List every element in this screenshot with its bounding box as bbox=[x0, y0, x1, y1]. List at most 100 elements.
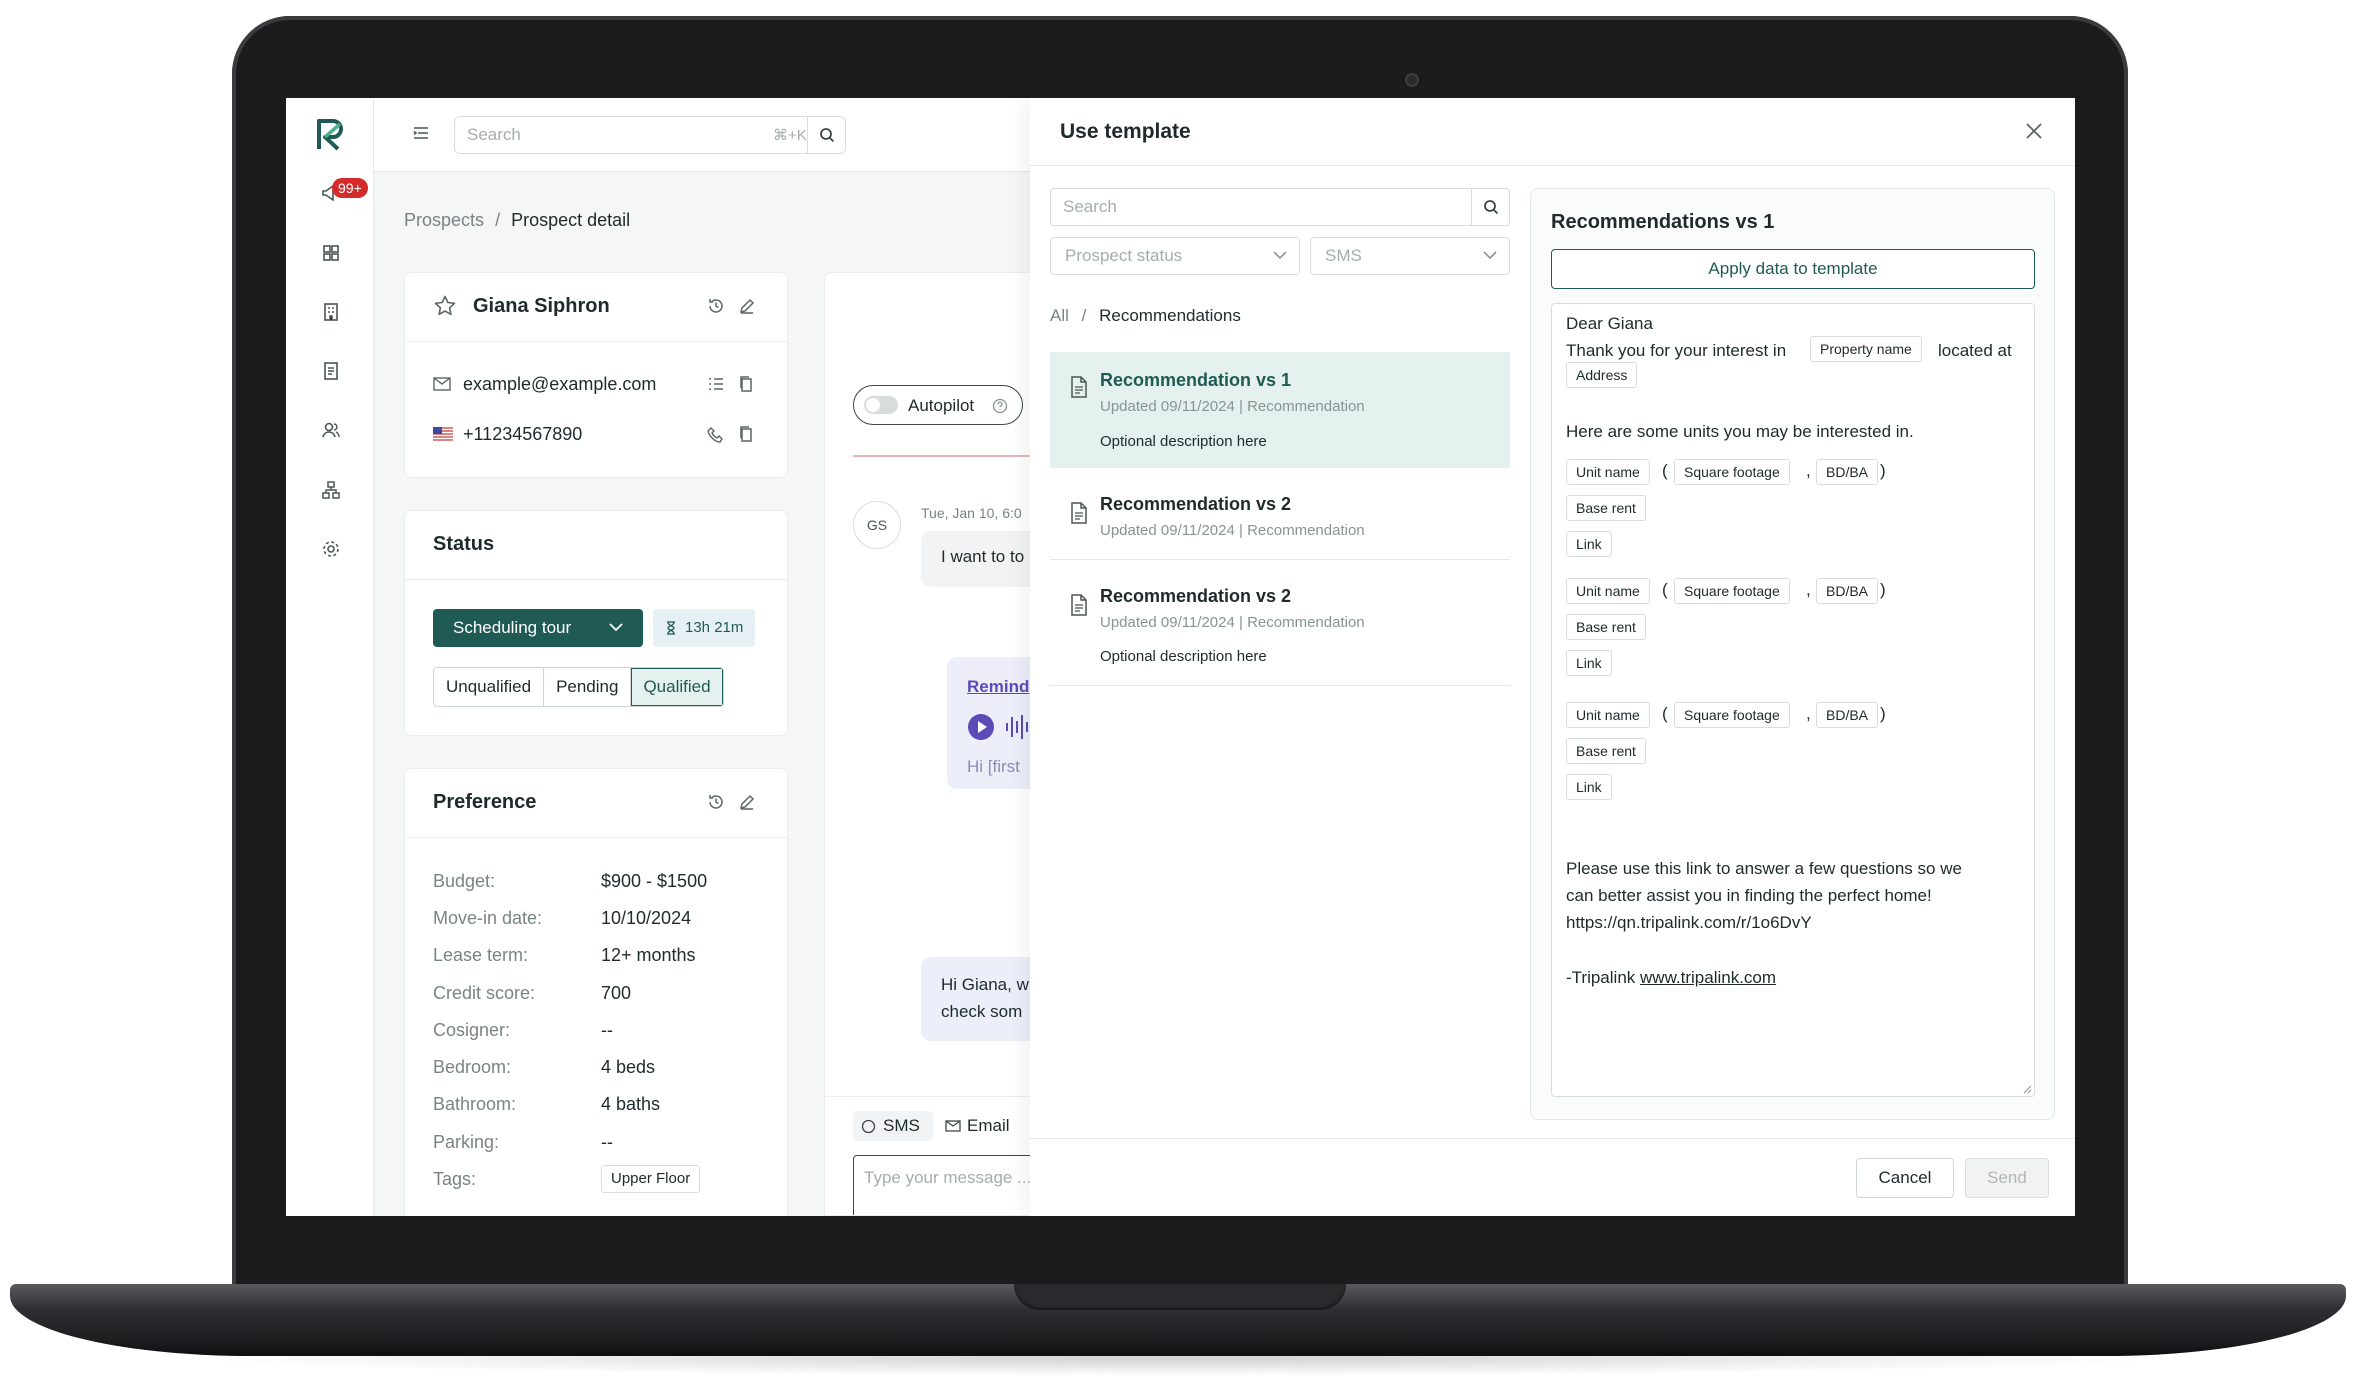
apply-data-button[interactable]: Apply data to template bbox=[1551, 249, 2035, 289]
placeholder-chip-link[interactable]: Link bbox=[1566, 774, 1612, 800]
pref-label: Cosigner: bbox=[433, 1020, 511, 1040]
editor-greeting: Dear Giana bbox=[1566, 314, 1653, 333]
pref-label: Bedroom: bbox=[433, 1057, 512, 1077]
send-button[interactable]: Send bbox=[1965, 1158, 2049, 1198]
template-title: Recommendation vs 1 bbox=[1100, 370, 1292, 390]
edit-pencil-icon[interactable] bbox=[738, 793, 756, 811]
copy-icon[interactable] bbox=[738, 375, 754, 393]
placeholder-chip-rent[interactable]: Base rent bbox=[1566, 495, 1646, 521]
placeholder-chip-sqft[interactable]: Square footage bbox=[1674, 578, 1790, 604]
breadcrumb-prospects[interactable]: Prospects bbox=[404, 210, 484, 230]
breadcrumb: Prospects / Prospect detail bbox=[404, 210, 630, 231]
pref-value: 700 bbox=[601, 983, 632, 1003]
global-search-input[interactable] bbox=[455, 117, 795, 153]
copy-icon[interactable] bbox=[738, 425, 754, 443]
building-icon[interactable] bbox=[320, 301, 342, 323]
qualification-segmented: Unqualified Pending Qualified bbox=[433, 667, 724, 707]
channel-sms-tab[interactable]: SMS bbox=[853, 1111, 933, 1141]
help-icon[interactable] bbox=[992, 398, 1008, 414]
message-text: check som bbox=[941, 1002, 1023, 1021]
menu-toggle-icon[interactable] bbox=[410, 122, 432, 144]
phone-icon[interactable] bbox=[707, 426, 725, 444]
preference-title: Preference bbox=[433, 791, 537, 813]
history-icon[interactable] bbox=[707, 793, 725, 811]
document-list-icon[interactable] bbox=[320, 360, 342, 382]
template-editor[interactable]: Dear Giana Thank you for your interest i… bbox=[1551, 303, 2035, 1097]
seg-unqualified[interactable]: Unqualified bbox=[434, 668, 545, 706]
use-template-drawer: Use template Prospect status SMS All / R… bbox=[1030, 98, 2075, 1216]
editor-closing-url: https://qn.tripalink.com/r/1o6DvY bbox=[1566, 913, 1812, 932]
autopilot-label: Autopilot bbox=[908, 396, 975, 415]
prospect-status-select[interactable]: Prospect status bbox=[1050, 237, 1300, 275]
history-icon[interactable] bbox=[707, 297, 725, 315]
placeholder-chip-sqft[interactable]: Square footage bbox=[1674, 702, 1790, 728]
paren: ( bbox=[1662, 461, 1668, 480]
signature-prefix: -Tripalink bbox=[1566, 968, 1636, 987]
left-rail: 99+ bbox=[286, 98, 374, 1216]
crumb-current: Recommendations bbox=[1099, 306, 1241, 325]
list-icon[interactable] bbox=[707, 376, 725, 392]
settings-gear-icon[interactable] bbox=[320, 538, 342, 560]
placeholder-chip-unit[interactable]: Unit name bbox=[1566, 702, 1650, 728]
signature-link[interactable]: www.tripalink.com bbox=[1640, 968, 1776, 987]
placeholder-chip-rent[interactable]: Base rent bbox=[1566, 614, 1646, 640]
template-search-input[interactable] bbox=[1051, 189, 1471, 225]
hourglass-icon bbox=[667, 621, 675, 635]
template-title: Recommendation vs 2 bbox=[1100, 494, 1292, 514]
pref-label: Budget: bbox=[433, 871, 496, 891]
message-text: I want to to bbox=[941, 547, 1025, 566]
pref-value: 10/10/2024 bbox=[601, 908, 692, 928]
template-title: Recommendation vs 2 bbox=[1100, 586, 1292, 606]
reminder-title[interactable]: Remind bbox=[967, 677, 1029, 697]
template-search-button[interactable] bbox=[1471, 188, 1509, 226]
seg-pending[interactable]: Pending bbox=[544, 668, 632, 706]
placeholder-chip-rent[interactable]: Base rent bbox=[1566, 738, 1646, 764]
cancel-button[interactable]: Cancel bbox=[1856, 1158, 1954, 1198]
placeholder-chip-unit[interactable]: Unit name bbox=[1566, 578, 1650, 604]
placeholder-chip-bdba[interactable]: BD/BA bbox=[1816, 702, 1879, 728]
template-description: Optional description here bbox=[1100, 433, 1267, 450]
channel-sms-label: SMS bbox=[883, 1116, 920, 1135]
comma: , bbox=[1806, 461, 1811, 480]
close-icon[interactable] bbox=[2023, 120, 2045, 142]
placeholder-chip-address[interactable]: Address bbox=[1566, 362, 1638, 388]
pref-label: Parking: bbox=[433, 1132, 500, 1152]
template-item-selected[interactable]: Recommendation vs 1 Updated 09/11/2024 |… bbox=[1050, 352, 1510, 468]
hierarchy-icon[interactable] bbox=[320, 479, 342, 501]
prospect-phone[interactable]: +11234567890 bbox=[463, 424, 582, 445]
placeholder-chip-link[interactable]: Link bbox=[1566, 650, 1612, 676]
drawer-title: Use template bbox=[1060, 120, 1191, 143]
template-item[interactable]: Recommendation vs 2 Updated 09/11/2024 |… bbox=[1050, 468, 1510, 560]
placeholder-chip-unit[interactable]: Unit name bbox=[1566, 459, 1650, 485]
edit-pencil-icon[interactable] bbox=[738, 297, 756, 315]
prospect-status-placeholder: Prospect status bbox=[1065, 246, 1183, 265]
editor-units-intro: Here are some units you may be intereste… bbox=[1566, 422, 1914, 441]
placeholder-chip-property[interactable]: Property name bbox=[1810, 336, 1922, 362]
placeholder-chip-bdba[interactable]: BD/BA bbox=[1816, 459, 1879, 485]
template-item[interactable]: Recommendation vs 2 Updated 09/11/2024 |… bbox=[1050, 560, 1510, 686]
channel-email-tab[interactable]: Email bbox=[939, 1111, 1029, 1141]
play-icon[interactable] bbox=[967, 713, 995, 741]
placeholder-chip-sqft[interactable]: Square footage bbox=[1674, 459, 1790, 485]
placeholder-chip-link[interactable]: Link bbox=[1566, 531, 1612, 557]
editor-closing: Please use this link to answer a few que… bbox=[1566, 859, 1962, 878]
autopilot-toggle[interactable]: Autopilot bbox=[853, 385, 1023, 425]
seg-qualified[interactable]: Qualified bbox=[631, 668, 723, 706]
editor-signature: -Tripalink www.tripalink.com bbox=[1566, 968, 1776, 988]
stage-label: Scheduling tour bbox=[453, 618, 572, 637]
prospect-name: Giana Siphron bbox=[473, 295, 610, 317]
channel-select[interactable]: SMS bbox=[1310, 237, 1510, 275]
resize-handle-icon[interactable] bbox=[2022, 1084, 2032, 1094]
global-search-button[interactable] bbox=[807, 116, 845, 154]
template-meta: Updated 09/11/2024 | Recommendation bbox=[1100, 522, 1365, 539]
star-icon[interactable] bbox=[433, 294, 457, 318]
divider bbox=[405, 579, 789, 580]
stage-dropdown[interactable]: Scheduling tour bbox=[433, 609, 643, 647]
users-icon[interactable] bbox=[320, 419, 342, 441]
autopilot-switch[interactable] bbox=[864, 396, 898, 414]
dashboard-icon[interactable] bbox=[320, 242, 342, 264]
tag-chip[interactable]: Upper Floor bbox=[601, 1165, 701, 1193]
placeholder-chip-bdba[interactable]: BD/BA bbox=[1816, 578, 1879, 604]
crumb-all[interactable]: All bbox=[1050, 306, 1069, 325]
prospect-email[interactable]: example@example.com bbox=[463, 374, 656, 395]
